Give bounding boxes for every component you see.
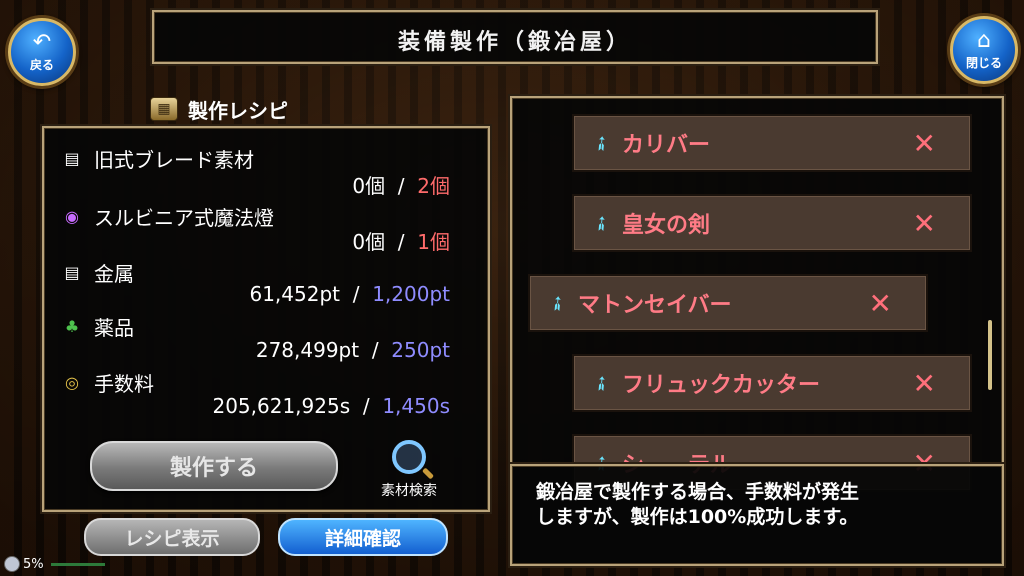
home-icon: ⌂ [977,27,991,53]
sword-icon: ➶ [586,208,616,238]
material-search-button[interactable]: 素材検索 [370,438,448,499]
material-box-icon: ▤ [64,149,80,168]
message-line-2: しますが、製作は100%成功します。 [536,506,859,528]
coin-icon: ◎ [65,373,79,392]
material-have: 61,452pt [249,282,341,306]
weapon-list-item-selected[interactable]: ➶ マトンセイバー ✕ [528,274,928,332]
metal-box-icon: ▤ [64,263,80,282]
amount-separator: / [397,230,405,254]
material-need: 1個 [417,230,450,254]
sword-icon: ➶ [586,368,616,398]
weapon-list-item[interactable]: ➶ 皇女の剣 ✕ [572,194,972,252]
status-indicator: 5% [4,556,105,572]
message-text: 鍛冶屋で製作する場合、手数料が発生 しますが、製作は100%成功します。 [536,480,982,530]
material-name: 薬品 [94,316,134,340]
recipe-header: ▦ 製作レシピ [150,94,346,124]
detail-button[interactable]: 詳細確認 [278,518,448,556]
material-search-label: 素材検索 [381,483,437,499]
magnifier-icon [392,440,426,474]
sword-icon: ➶ [586,128,616,158]
close-button[interactable]: ⌂ 閉じる [950,16,1018,84]
weapon-name: カリバー [622,133,711,158]
material-name-row: ♣ 薬品 [58,312,134,341]
material-amount: 61,452pt / 1,200pt [249,282,450,306]
material-have: 205,621,925s [212,394,351,418]
material-name: 旧式ブレード素材 [94,148,254,172]
status-bar [50,562,105,566]
material-amount: 0個 / 1個 [352,226,450,255]
material-name-row: ▤ 旧式ブレード素材 [58,144,254,173]
material-need: 1,450s [382,394,450,418]
material-name: スルビニア式魔法燈 [94,206,274,230]
title-bar: 装備製作（鍛冶屋） [152,10,878,64]
material-amount: 278,499pt / 250pt [256,338,450,362]
close-button-label: 閉じる [965,55,1002,70]
weapon-name: 皇女の剣 [622,213,711,238]
material-name-row: ▤ 金属 [58,258,134,287]
weapon-name: フリュックカッター [622,373,821,398]
page-title: 装備製作（鍛冶屋） [397,30,632,55]
back-arrow-icon: ↶ [32,29,52,55]
weapon-list-item[interactable]: ➶ カリバー ✕ [572,114,972,172]
recipe-view-button[interactable]: レシピ表示 [84,518,260,556]
material-amount: 205,621,925s / 1,450s [212,394,450,418]
material-need: 1,200pt [372,282,450,306]
material-need: 2個 [417,174,450,198]
material-name-row: ◎ 手数料 [58,368,154,397]
amount-separator: / [352,282,360,306]
material-have: 0個 [352,174,386,198]
unavailable-cross-icon: ✕ [912,366,936,400]
magic-lamp-icon: ◉ [65,207,79,226]
material-name-row: ◉ スルビニア式魔法燈 [58,202,274,231]
sword-icon: ➶ [542,288,572,318]
amount-separator: / [397,174,405,198]
battery-icon [4,556,20,572]
recipe-book-icon: ▦ [150,97,178,121]
recipe-title: 製作レシピ [188,98,288,123]
material-need: 250pt [391,338,450,362]
unavailable-cross-icon: ✕ [868,286,892,320]
material-name: 手数料 [94,372,154,396]
unavailable-cross-icon: ✕ [912,126,936,160]
material-name: 金属 [94,262,134,286]
amount-separator: / [362,394,370,418]
battery-level: 5% [23,556,44,572]
herb-icon: ♣ [64,317,80,336]
unavailable-cross-icon: ✕ [912,206,936,240]
weapon-list-scrollbar[interactable] [988,320,992,390]
message-panel: 鍛冶屋で製作する場合、手数料が発生 しますが、製作は100%成功します。 [510,464,1004,566]
message-line-1: 鍛冶屋で製作する場合、手数料が発生 [536,481,860,503]
back-button[interactable]: ↶ 戻る [8,18,76,86]
back-button-label: 戻る [29,57,54,72]
material-have: 0個 [352,230,386,254]
material-amount: 0個 / 2個 [352,170,450,199]
amount-separator: / [371,338,379,362]
material-have: 278,499pt [255,338,360,362]
weapon-list-item[interactable]: ➶ フリュックカッター ✕ [572,354,972,412]
weapon-name: マトンセイバー [578,293,732,318]
make-button[interactable]: 製作する [90,441,338,491]
